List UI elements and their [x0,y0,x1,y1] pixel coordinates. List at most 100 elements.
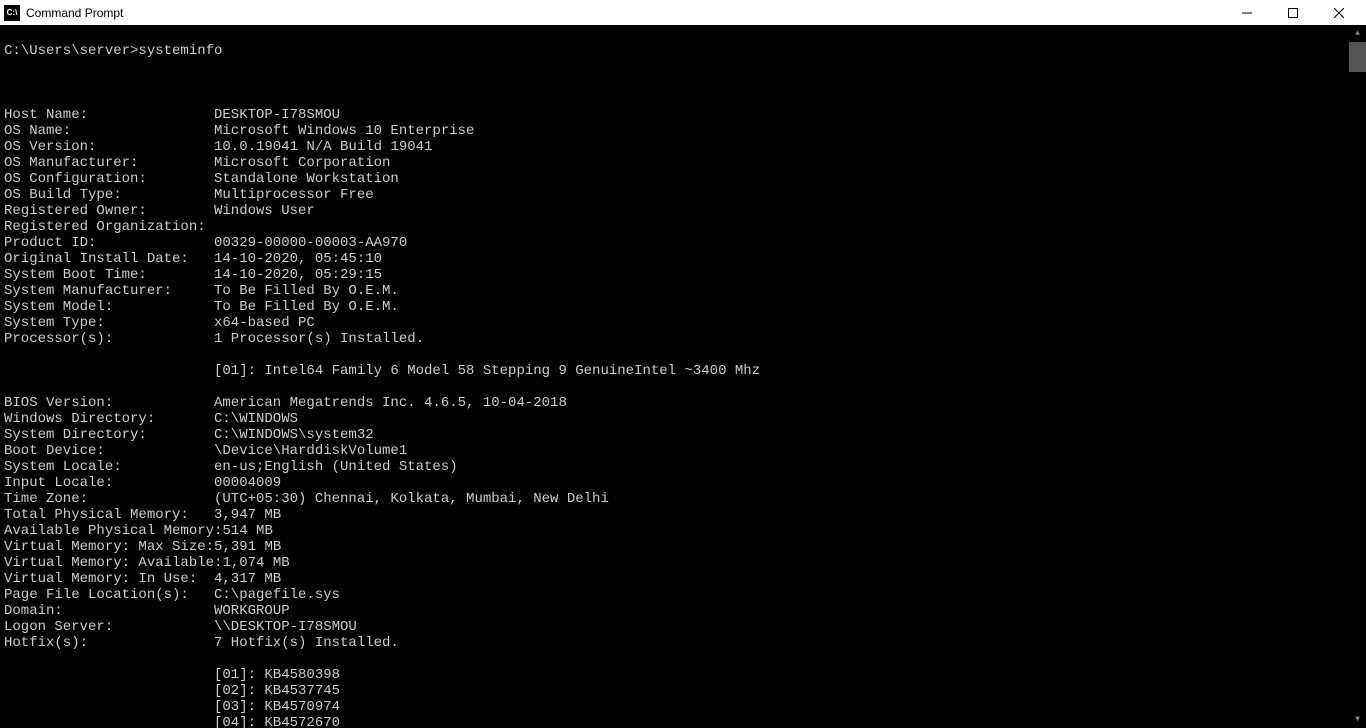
output-row: Processor(s):1 Processor(s) Installed. [4,331,1345,347]
field-value: American Megatrends Inc. 4.6.5, 10-04-20… [214,395,567,411]
field-value: DESKTOP-I78SMOU [214,107,340,123]
field-value: 514 MB [222,523,272,539]
field-value: \\DESKTOP-I78SMOU [214,619,357,635]
field-label: Virtual Memory: Max Size: [4,539,214,555]
field-label: System Model: [4,299,214,315]
field-value: 4,317 MB [214,571,281,587]
output-row: Virtual Memory: Max Size:5,391 MB [4,539,1345,555]
hotfix-item: [02]: KB4537745 [4,683,1345,699]
field-label: Processor(s): [4,331,214,347]
window-title: Command Prompt [26,6,1224,20]
field-value: 1,074 MB [222,555,289,571]
field-value: (UTC+05:30) Chennai, Kolkata, Mumbai, Ne… [214,491,609,507]
output-row: System Locale:en-us;English (United Stat… [4,459,1345,475]
field-value: 3,947 MB [214,507,281,523]
output-row: Boot Device:\Device\HarddiskVolume1 [4,443,1345,459]
output-row: System Boot Time:14-10-2020, 05:29:15 [4,267,1345,283]
field-value: C:\pagefile.sys [214,587,340,603]
output-row: Host Name:DESKTOP-I78SMOU [4,107,1345,123]
field-value: 1 Processor(s) Installed. [214,331,424,347]
field-label: Total Physical Memory: [4,507,214,523]
app-icon: C:\ [4,5,20,21]
field-label: Page File Location(s): [4,587,214,603]
field-label: Host Name: [4,107,214,123]
output-row: Registered Owner:Windows User [4,203,1345,219]
field-value: 10.0.19041 N/A Build 19041 [214,139,432,155]
field-value: 00004009 [214,475,281,491]
field-value: Multiprocessor Free [214,187,374,203]
field-label: OS Configuration: [4,171,214,187]
output-row: Time Zone:(UTC+05:30) Chennai, Kolkata, … [4,491,1345,507]
field-value: Microsoft Corporation [214,155,390,171]
output-row: Virtual Memory: In Use:4,317 MB [4,571,1345,587]
field-label: Registered Organization: [4,219,214,235]
field-label: OS Name: [4,123,214,139]
output-row: BIOS Version:American Megatrends Inc. 4.… [4,395,1345,411]
output-row: Input Locale:00004009 [4,475,1345,491]
output-row: System Manufacturer:To Be Filled By O.E.… [4,283,1345,299]
output-row: System Model:To Be Filled By O.E.M. [4,299,1345,315]
field-label: Virtual Memory: Available: [4,555,222,571]
output-row: System Type:x64-based PC [4,315,1345,331]
hotfix-item: [01]: KB4580398 [4,667,1345,683]
output-row: Domain:WORKGROUP [4,603,1345,619]
field-value: C:\WINDOWS [214,411,298,427]
vertical-scrollbar[interactable]: ▲ ▼ [1349,25,1366,728]
field-label: OS Manufacturer: [4,155,214,171]
maximize-icon [1288,8,1298,18]
output-row: Total Physical Memory:3,947 MB [4,507,1345,523]
field-label: System Boot Time: [4,267,214,283]
output-row: Windows Directory:C:\WINDOWS [4,411,1345,427]
processor-detail: [01]: Intel64 Family 6 Model 58 Stepping… [4,363,1345,379]
field-label: Boot Device: [4,443,214,459]
field-value: 00329-00000-00003-AA970 [214,235,407,251]
output-row: OS Configuration:Standalone Workstation [4,171,1345,187]
field-label: Registered Owner: [4,203,214,219]
field-label: Domain: [4,603,214,619]
field-value: en-us;English (United States) [214,459,458,475]
output-row: Logon Server:\\DESKTOP-I78SMOU [4,619,1345,635]
output-row: Hotfix(s):7 Hotfix(s) Installed. [4,635,1345,651]
field-value: Microsoft Windows 10 Enterprise [214,123,474,139]
output-row: Product ID:00329-00000-00003-AA970 [4,235,1345,251]
field-label: Hotfix(s): [4,635,214,651]
field-value: To Be Filled By O.E.M. [214,299,399,315]
close-button[interactable] [1316,0,1362,25]
output-row: OS Name:Microsoft Windows 10 Enterprise [4,123,1345,139]
field-value: To Be Filled By O.E.M. [214,283,399,299]
scrollbar-thumb[interactable] [1349,42,1366,72]
output-row: OS Build Type:Multiprocessor Free [4,187,1345,203]
maximize-button[interactable] [1270,0,1316,25]
field-value: \Device\HarddiskVolume1 [214,443,407,459]
titlebar: C:\ Command Prompt [0,0,1366,25]
field-label: System Directory: [4,427,214,443]
field-label: Product ID: [4,235,214,251]
output-row: Page File Location(s):C:\pagefile.sys [4,587,1345,603]
field-value: 14-10-2020, 05:45:10 [214,251,382,267]
field-value: 5,391 MB [214,539,281,555]
field-label: Input Locale: [4,475,214,491]
close-icon [1334,8,1344,18]
field-label: Available Physical Memory: [4,523,222,539]
minimize-button[interactable] [1224,0,1270,25]
field-label: System Type: [4,315,214,331]
field-value: Standalone Workstation [214,171,399,187]
field-label: Time Zone: [4,491,214,507]
field-value: C:\WINDOWS\system32 [214,427,374,443]
prompt-line: C:\Users\server>systeminfo [4,43,1345,59]
scroll-down-arrow[interactable]: ▼ [1349,711,1366,728]
field-value: 7 Hotfix(s) Installed. [214,635,399,651]
field-label: System Locale: [4,459,214,475]
field-value: WORKGROUP [214,603,290,619]
field-label: Windows Directory: [4,411,214,427]
output-row: OS Manufacturer:Microsoft Corporation [4,155,1345,171]
output-row: Registered Organization: [4,219,1345,235]
field-label: OS Build Type: [4,187,214,203]
field-value: x64-based PC [214,315,315,331]
terminal-output[interactable]: C:\Users\server>systeminfo Host Name:DES… [0,25,1349,728]
hotfix-item: [03]: KB4570974 [4,699,1345,715]
field-label: OS Version: [4,139,214,155]
scroll-up-arrow[interactable]: ▲ [1349,25,1366,42]
field-value: Windows User [214,203,315,219]
field-label: Virtual Memory: In Use: [4,571,214,587]
